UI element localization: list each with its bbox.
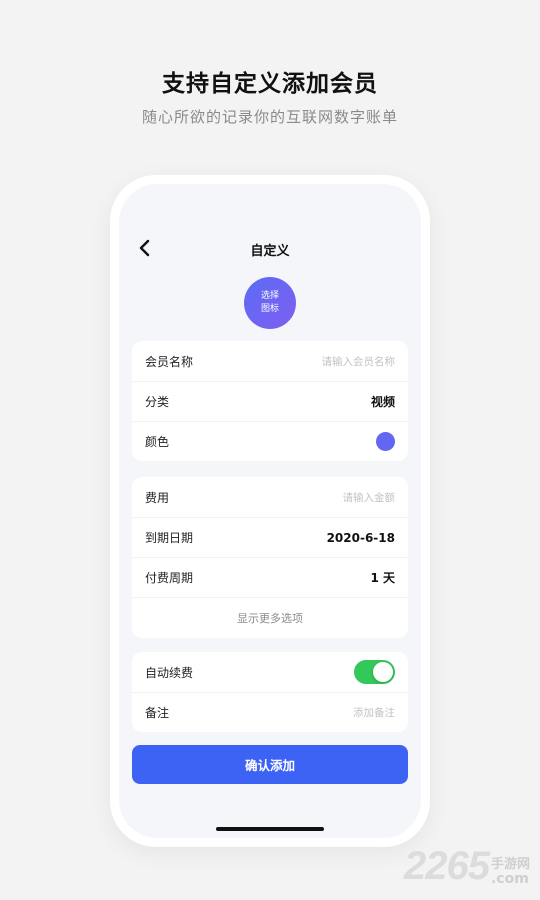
billing-card: 费用 请输入金额 到期日期 2020-6-18 付费周期 1 天 显示更多选项 (132, 477, 408, 638)
show-more-options-button[interactable]: 显示更多选项 (132, 597, 408, 638)
member-name-row[interactable]: 会员名称 请输入会员名称 (132, 341, 408, 381)
phone-screen: 自定义 选择 图标 会员名称 请输入会员名称 分类 视频 颜色 费用 请输入金额… (119, 184, 421, 838)
auto-renew-toggle[interactable] (354, 660, 395, 684)
member-name-input[interactable]: 请输入会员名称 (322, 354, 396, 369)
color-row[interactable]: 颜色 (132, 421, 408, 461)
phone-frame: 自定义 选择 图标 会员名称 请输入会员名称 分类 视频 颜色 费用 请输入金额… (110, 175, 430, 847)
note-row[interactable]: 备注 添加备注 (132, 692, 408, 732)
payment-cycle-label: 付费周期 (145, 571, 194, 585)
category-row[interactable]: 分类 视频 (132, 381, 408, 421)
fee-label: 费用 (145, 490, 170, 505)
note-input[interactable]: 添加备注 (353, 705, 395, 720)
select-icon-label-line2: 图标 (260, 304, 279, 314)
expiry-date-label: 到期日期 (145, 531, 194, 545)
select-icon-button[interactable]: 选择 图标 (244, 277, 296, 329)
extra-card: 自动续费 备注 添加备注 (132, 652, 408, 732)
page-title: 自定义 (250, 244, 290, 259)
category-value[interactable]: 视频 (371, 393, 395, 410)
note-label: 备注 (145, 706, 170, 720)
color-label: 颜色 (145, 435, 170, 449)
basic-info-card: 会员名称 请输入会员名称 分类 视频 颜色 (132, 341, 408, 461)
select-icon-label-line1: 选择 (260, 291, 279, 301)
hero-subtitle: 随心所欲的记录你的互联网数字账单 (141, 108, 398, 126)
expiry-date-value[interactable]: 2020-6-18 (327, 531, 395, 545)
watermark-number: 2265 (404, 844, 490, 888)
watermark-side: 手游网 .com (490, 857, 530, 887)
site-watermark: 2265 手游网 .com (404, 846, 530, 886)
color-swatch[interactable] (376, 432, 395, 451)
auto-renew-row: 自动续费 (132, 652, 408, 692)
payment-cycle-row[interactable]: 付费周期 1 天 (132, 557, 408, 597)
expiry-date-row[interactable]: 到期日期 2020-6-18 (132, 517, 408, 557)
fee-input[interactable]: 请输入金额 (343, 490, 396, 505)
category-label: 分类 (145, 395, 170, 409)
watermark-com: .com (490, 871, 529, 887)
home-indicator (216, 827, 324, 831)
confirm-add-button[interactable]: 确认添加 (132, 745, 408, 784)
hero-title: 支持自定义添加会员 (162, 71, 378, 97)
fee-row[interactable]: 费用 请输入金额 (132, 477, 408, 517)
watermark-cn: 手游网 (490, 857, 530, 872)
auto-renew-label: 自动续费 (145, 665, 194, 680)
toggle-knob (373, 662, 393, 682)
member-name-label: 会员名称 (145, 354, 194, 369)
payment-cycle-value[interactable]: 1 天 (370, 569, 395, 586)
